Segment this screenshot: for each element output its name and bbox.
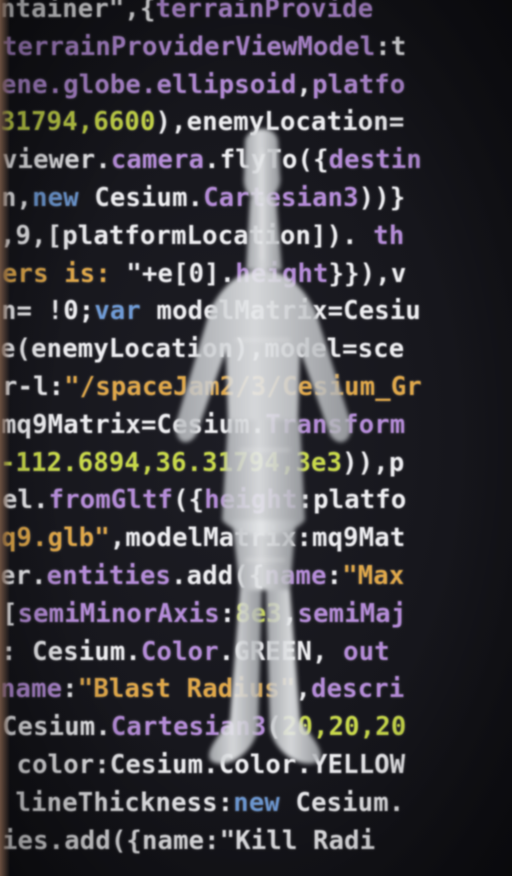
code-token: 8e3 — [235, 598, 282, 629]
code-token: n= !0; — [1, 296, 95, 327]
code-line: color:Cesium.Color.YELLOW — [1, 750, 406, 780]
code-line: -112.6894,36.31794,3e3)),p — [0, 448, 404, 478]
code-token: Color — [140, 636, 219, 667]
code-token: 20,20,20 — [281, 712, 407, 743]
code-line: r-l:"/spaceJam2/3/Cesium_Gr — [2, 372, 422, 402]
code-line: : Cesium.Color.GREEN, out — [1, 637, 390, 667]
code-token: [ — [2, 598, 18, 629]
code-line: q9.glb",modelMatrix:mq9Mat — [1, 523, 405, 553]
code-token: th — [373, 220, 405, 251]
photo-frame: ntainer",{terrainProvide terrainProviderV… — [0, 0, 512, 876]
code-token: er. — [0, 561, 47, 591]
code-token: : — [219, 598, 236, 629]
code-line: mq9Matrix=Cesium.Transform — [1, 410, 405, 440]
code-token: Cesium. — [78, 183, 204, 213]
code-token: ({ — [173, 485, 205, 516]
code-token: ,9,[platformLocation]). — [0, 220, 374, 251]
code-token: }}),v — [328, 258, 407, 289]
code-token: :t — [375, 31, 407, 62]
code-token: new — [32, 183, 79, 213]
code-token: var — [94, 296, 141, 327]
code-line: n= !0;var modelMatrix=Cesiu — [1, 296, 421, 326]
code-line: ntainer",{terrainProvide — [0, 0, 373, 24]
code-token: camera — [110, 145, 205, 176]
code-line: viewer.camera.flyTo({destin — [2, 145, 422, 175]
code-token: 31794,6600 — [0, 107, 156, 138]
code-line: ene.globe.ellipsoid,platfo — [1, 70, 405, 100]
code-token: entities — [46, 561, 172, 591]
code-token: platfo — [312, 69, 406, 100]
code-token: .flyTo({ — [204, 145, 329, 176]
code-token: semiMaj — [297, 598, 407, 629]
code-token: name — [264, 561, 327, 591]
code-token: viewer. — [2, 145, 111, 176]
code-line: el.fromGltf({height:platfo — [2, 485, 406, 515]
code-token: , — [295, 674, 312, 705]
code-line: ies.add({name:"Kill Radi — [2, 826, 375, 856]
code-token: : — [326, 561, 343, 591]
code-token: "+e[0]. — [126, 258, 236, 289]
code-line: ,9,[platformLocation]). th — [0, 221, 404, 251]
code-token: terrainProviderViewModel — [2, 31, 376, 62]
code-token: Transform — [265, 409, 406, 440]
code-token: q9.glb" — [1, 523, 110, 554]
code-token: ))} — [358, 183, 406, 213]
code-token: e(enemyLocation),model=sce — [0, 334, 405, 365]
code-token: .add({ — [171, 561, 265, 591]
code-token: Cesium. — [279, 787, 405, 818]
code-token: modelMatrix=Cesiu — [141, 296, 421, 327]
code-token: -112.6894,36.31794,3e3 — [0, 447, 343, 478]
code-token: el. — [2, 485, 49, 516]
code-token: semiMinorAxis — [17, 598, 220, 629]
code-token: mq9Matrix=Cesium. — [1, 409, 266, 440]
code-token: , — [281, 598, 298, 629]
code-line: e(enemyLocation),model=sce — [0, 334, 404, 364]
code-line: Cesium.Cartesian3(20,20,20 — [2, 712, 406, 742]
code-line: terrainProviderViewModel:t — [2, 32, 406, 62]
code-token: ies.add({name:"Kill Radi — [2, 825, 376, 856]
code-line: [semiMinorAxis:8e3,semiMaj — [2, 599, 406, 629]
code-token: lineThickness: — [0, 787, 234, 818]
code-token: r-l: — [2, 372, 65, 402]
code-token: .GREEN, — [218, 636, 344, 667]
code-token: fromGltf — [48, 485, 174, 516]
code-line: name:"Blast Radius",descri — [0, 674, 404, 704]
code-token: out — [343, 636, 390, 667]
code-token: : — [62, 674, 78, 705]
code-line: er.entities.add({name:"Max — [0, 561, 404, 591]
code-token: , — [296, 69, 313, 100]
code-token: n, — [1, 183, 33, 213]
code-token: Cartesian3 — [110, 712, 267, 743]
code-token: Cesium. — [2, 712, 111, 743]
code-token: ( — [266, 712, 282, 743]
code-token: height — [235, 258, 329, 289]
code-line: n,new Cesium.Cartesian3))} — [1, 183, 405, 213]
code-token: new — [233, 787, 280, 818]
code-token: : Cesium. — [1, 636, 141, 667]
code-token: )),p — [342, 447, 405, 478]
code-token: descri — [311, 674, 405, 705]
code-token: Cartesian3 — [203, 183, 359, 213]
code-token: ,modelMatrix:mq9Mat — [109, 523, 406, 554]
code-token: color:Cesium.Color.YELLOW — [1, 750, 406, 780]
code-token: ene.globe.ellipsoid — [1, 69, 297, 100]
code-token: "Blast Radius" — [77, 674, 296, 705]
code-token: :platfo — [297, 485, 407, 516]
code-token: name — [0, 674, 63, 705]
code-token: "/spaceJam2/3/Cesium_Gr — [64, 372, 422, 402]
code-token: height — [204, 485, 298, 516]
code-token: terrainProvide — [155, 0, 374, 24]
code-line: ers is: "+e[0].height}}),v — [2, 259, 406, 289]
code-token: ntainer",{ — [0, 0, 156, 24]
code-token: ),enemyLocation= — [155, 107, 405, 138]
code-line: 31794,6600),enemyLocation= — [0, 107, 404, 137]
code-token: destin — [328, 145, 422, 176]
code-token: "Max — [342, 561, 405, 591]
code-line: lineThickness:new Cesium. — [0, 787, 405, 818]
code-token: ers is: — [2, 258, 127, 289]
